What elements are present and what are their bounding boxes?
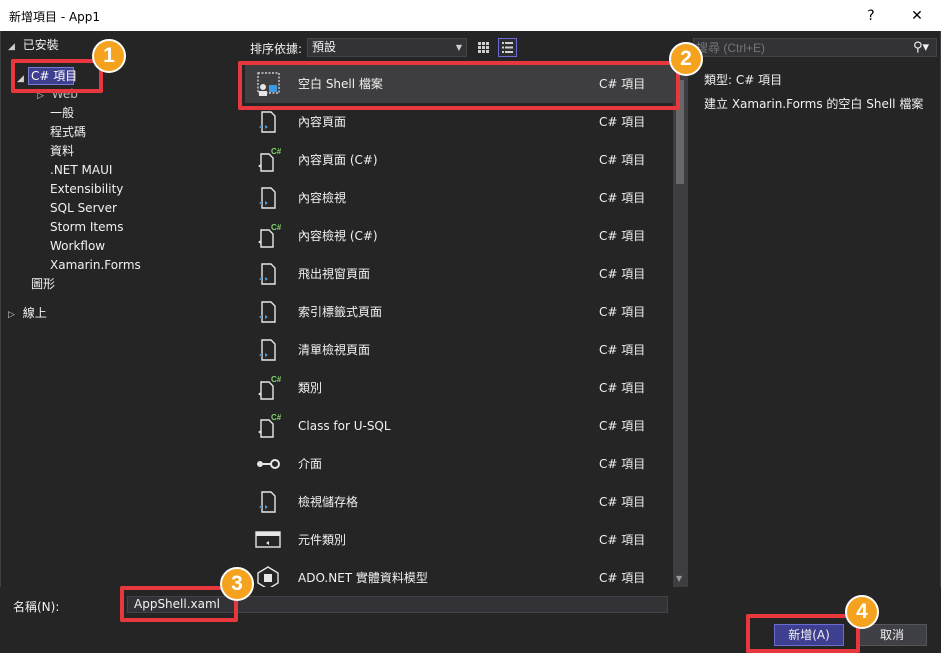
- template-item[interactable]: C# Class for U-SQL C# 項目: [245, 407, 673, 445]
- xaml-page-icon: [259, 491, 276, 513]
- callout-badge-1: 1: [92, 39, 126, 73]
- template-item[interactable]: 清單檢視頁面 C# 項目: [245, 331, 673, 369]
- sort-dropdown[interactable]: 預設 ▼: [307, 38, 467, 57]
- tree-node-graphics[interactable]: 圖形: [31, 275, 55, 294]
- svg-text:C#: C#: [271, 223, 282, 232]
- template-item[interactable]: C# 類別 C# 項目: [245, 369, 673, 407]
- grid-view-icon: [478, 42, 489, 53]
- callout-badge-4: 4: [845, 595, 879, 629]
- callout-box-4: [746, 614, 860, 653]
- grid-view-button[interactable]: [474, 38, 493, 57]
- tree-node-maui[interactable]: .NET MAUI: [50, 161, 141, 180]
- list-view-button[interactable]: [498, 38, 517, 57]
- template-list[interactable]: 空白 Shell 檔案 C# 項目 內容頁面 C# 項目 C# 內容頁面 (C#…: [245, 65, 673, 587]
- tree-node-code[interactable]: 程式碼: [50, 123, 141, 142]
- name-label: 名稱(N):: [13, 600, 60, 614]
- xaml-page-icon: [259, 187, 276, 209]
- callout-badge-3: 3: [220, 567, 254, 601]
- tree-node-online[interactable]: ▷ 線上: [8, 304, 47, 323]
- title-bar: 新增項目 - App1 ? ✕: [0, 0, 941, 31]
- template-item[interactable]: 內容檢視 C# 項目: [245, 179, 673, 217]
- xaml-page-icon: [259, 339, 276, 361]
- csharp-page-icon: C#: [258, 375, 282, 400]
- help-button[interactable]: ?: [848, 0, 894, 31]
- csharp-page-icon: C#: [258, 413, 282, 438]
- template-item[interactable]: C# 內容檢視 (C#) C# 項目: [245, 217, 673, 255]
- svg-text:C#: C#: [271, 413, 282, 422]
- tree-node-sql-server[interactable]: SQL Server: [50, 199, 141, 218]
- tree-node-xamarin-forms[interactable]: Xamarin.Forms: [50, 256, 141, 275]
- sort-label: 排序依據:: [250, 42, 303, 56]
- svg-text:C#: C#: [271, 147, 282, 156]
- caret-down-icon: ◢: [8, 42, 15, 52]
- ado-model-icon: [257, 566, 279, 587]
- xaml-page-icon: [259, 263, 276, 285]
- callout-box-2: [238, 61, 680, 110]
- template-type: 類型: C# 項目: [704, 73, 783, 87]
- callout-badge-2: 2: [669, 42, 703, 76]
- xaml-page-icon: [259, 301, 276, 323]
- template-item[interactable]: 飛出視窗頁面 C# 項目: [245, 255, 673, 293]
- tree-node-storm-items[interactable]: Storm Items: [50, 218, 141, 237]
- window-title: 新增項目 - App1: [9, 10, 101, 24]
- tree-node-data[interactable]: 資料: [50, 142, 141, 161]
- chevron-down-icon: ▼: [455, 43, 462, 52]
- sort-value: 預設: [312, 40, 337, 54]
- template-item[interactable]: 索引標籤式頁面 C# 項目: [245, 293, 673, 331]
- caret-right-icon: ▷: [8, 310, 15, 320]
- component-class-icon: [255, 531, 281, 548]
- scroll-down-arrow-icon[interactable]: ▼: [676, 574, 682, 583]
- tree-node-installed[interactable]: ◢ 已安裝: [8, 36, 59, 55]
- template-item[interactable]: C# 內容頁面 (C#) C# 項目: [245, 141, 673, 179]
- template-description: 建立 Xamarin.Forms 的空白 Shell 檔案: [704, 97, 924, 111]
- template-item[interactable]: 檢視儲存格 C# 項目: [245, 483, 673, 521]
- callout-box-3: [120, 586, 238, 622]
- interface-icon: [257, 459, 280, 469]
- search-input[interactable]: [693, 38, 937, 57]
- tree-node-workflow[interactable]: Workflow: [50, 237, 141, 256]
- csharp-page-icon: C#: [258, 147, 282, 172]
- tree-children: 一般 程式碼 資料 .NET MAUI Extensibility SQL Se…: [50, 104, 141, 275]
- template-item[interactable]: 介面 C# 項目: [245, 445, 673, 483]
- template-item[interactable]: 元件類別 C# 項目: [245, 521, 673, 559]
- xaml-page-icon: [259, 111, 276, 133]
- list-view-icon: [502, 42, 513, 53]
- csharp-page-icon: C#: [258, 223, 282, 248]
- template-item[interactable]: ADO.NET 實體資料模型 C# 項目: [245, 559, 673, 587]
- tree-node-extensibility[interactable]: Extensibility: [50, 180, 141, 199]
- search-icon[interactable]: ⚲▾: [906, 38, 936, 57]
- tree-node-general[interactable]: 一般: [50, 104, 141, 123]
- callout-box-1: [11, 59, 103, 93]
- close-button[interactable]: ✕: [894, 0, 940, 31]
- svg-text:C#: C#: [271, 375, 282, 384]
